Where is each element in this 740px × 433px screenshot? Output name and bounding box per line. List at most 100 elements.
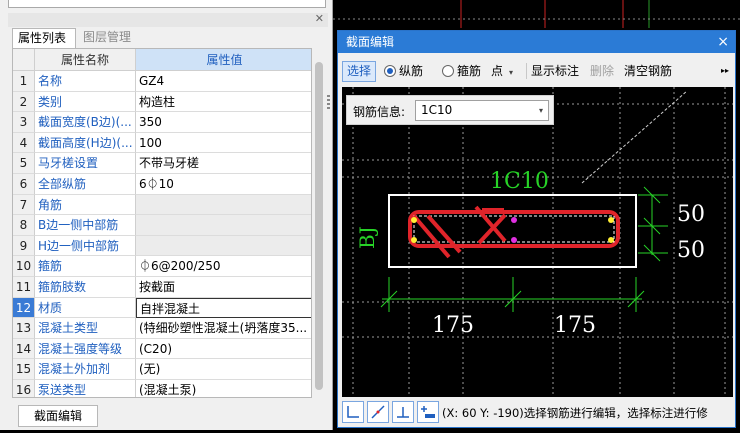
property-row[interactable]: 15 混凝土外加剂 (无): [13, 359, 311, 380]
add-point-icon[interactable]: [417, 401, 439, 423]
dialog-title-text: 截面编辑: [346, 35, 395, 49]
property-value[interactable]: ⏀6@200/250: [136, 256, 311, 277]
panel-close-icon[interactable]: ✕: [315, 12, 324, 25]
property-row[interactable]: 16 泵送类型 (混凝土泵): [13, 380, 311, 397]
chevron-down-icon: ▾: [509, 68, 514, 77]
property-value[interactable]: 自拌混凝土: [136, 297, 311, 319]
header-name: 属性名称: [35, 49, 136, 71]
toolbar-separator: [526, 63, 527, 79]
clear-rebar-button[interactable]: 清空钢筋: [624, 62, 672, 80]
property-name: 类别: [35, 91, 136, 113]
property-row[interactable]: 9 H边一侧中部筋: [13, 235, 311, 257]
property-value[interactable]: (C20): [136, 339, 311, 360]
property-row[interactable]: 5 马牙槎设置 不带马牙槎: [13, 153, 311, 174]
property-name: 混凝土外加剂: [35, 359, 136, 380]
rebar-info-dropdown[interactable]: 1C10 ▾: [415, 100, 549, 121]
tab-layer-management[interactable]: 图层管理: [78, 28, 140, 48]
property-name: H边一侧中部筋: [35, 235, 136, 257]
dimension-right-1[interactable]: 50: [677, 202, 705, 227]
property-value[interactable]: 不带马牙槎: [136, 153, 311, 174]
property-value[interactable]: [136, 235, 311, 257]
dimension-bottom-2[interactable]: 175: [554, 313, 596, 338]
dialog-status-bar: (X: 60 Y: -190)选择钢筋进行编辑，选择标注进行修: [338, 399, 735, 427]
show-label-button[interactable]: 显示标注: [531, 62, 579, 80]
mode-dropdown[interactable]: 点 ▾: [491, 62, 525, 80]
property-value[interactable]: (特细砂塑性混凝土(坍落度35...: [136, 318, 311, 339]
stirrup-radio[interactable]: 箍筋: [442, 62, 481, 80]
tab-section-edit[interactable]: 截面编辑: [18, 405, 98, 427]
row-number: 4: [13, 132, 35, 154]
row-number: 15: [13, 359, 35, 380]
top-rebar-label[interactable]: 1C10: [490, 169, 549, 194]
property-row[interactable]: 11 箍筋肢数 按截面: [13, 277, 311, 298]
property-value[interactable]: [136, 215, 311, 236]
property-name: 名称: [35, 71, 136, 92]
splitter-handle[interactable]: [326, 95, 332, 109]
property-row[interactable]: 10 箍筋 ⏀6@200/250: [13, 256, 311, 277]
delete-button[interactable]: 删除: [590, 62, 614, 80]
property-row[interactable]: 3 截面宽度(B边)(... 350: [13, 112, 311, 133]
property-value[interactable]: (无): [136, 359, 311, 380]
property-row[interactable]: 8 B边一侧中部筋: [13, 215, 311, 236]
grid-scrollbar[interactable]: [312, 48, 326, 398]
property-name: 材质: [35, 297, 136, 319]
property-value[interactable]: [136, 194, 311, 216]
property-row[interactable]: 14 混凝土强度等级 (C20): [13, 338, 311, 360]
row-number: 5: [13, 153, 35, 174]
property-value[interactable]: 按截面: [136, 277, 311, 298]
side-rebar-label[interactable]: BJ: [355, 226, 379, 249]
mode-value: 点: [491, 64, 504, 78]
section-drawing: 1C10 BJ 50 50 175 175: [342, 87, 733, 397]
property-name: 截面宽度(B边)(...: [35, 112, 136, 133]
properties-panel: ✕ 属性列表 图层管理 属性名称 属性值 1 名称 GZ4 2 类别 构造柱 3 截面宽度(B…: [0, 0, 333, 430]
tab-property-list[interactable]: 属性列表: [12, 28, 76, 48]
more-chevron-icon[interactable]: ▸▸: [721, 62, 729, 80]
section-canvas[interactable]: 1C10 BJ 50 50 175 175 钢筋信息: 1C10 ▾: [342, 87, 733, 397]
label-leader-line: [581, 90, 688, 184]
property-value[interactable]: 构造柱: [136, 92, 311, 113]
property-value[interactable]: GZ4: [136, 71, 311, 92]
property-row[interactable]: 7 角筋: [13, 194, 311, 216]
property-value[interactable]: (混凝土泵): [136, 380, 311, 397]
rebar-info-value: 1C10: [421, 103, 453, 117]
property-value[interactable]: 100: [136, 133, 311, 154]
rebar-info-label: 钢筋信息:: [353, 105, 406, 119]
scrollbar-thumb[interactable]: [315, 62, 323, 390]
right-dimension-lines: [638, 186, 668, 262]
property-name: 截面高度(H边)(...: [35, 132, 136, 154]
row-number: 16: [13, 380, 35, 397]
property-grid: 属性名称 属性值 1 名称 GZ4 2 类别 构造柱 3 截面宽度(B边)(... 350 4 截面…: [12, 48, 312, 398]
orthogonal-icon[interactable]: [342, 401, 364, 423]
property-row[interactable]: 6 全部纵筋 6⏀10: [13, 174, 311, 195]
row-number: 12: [13, 297, 35, 319]
row-number: 11: [13, 277, 35, 298]
property-name: 箍筋肢数: [35, 277, 136, 298]
chevron-down-icon: ▾: [538, 106, 543, 115]
radio-unchecked-icon: [442, 65, 454, 77]
dimension-right-2[interactable]: 50: [677, 238, 705, 263]
row-number: 7: [13, 194, 35, 216]
row-number: 14: [13, 338, 35, 360]
dimension-bottom-1[interactable]: 175: [432, 313, 474, 338]
property-row[interactable]: 1 名称 GZ4: [13, 71, 311, 92]
property-value[interactable]: 6⏀10: [136, 174, 311, 195]
property-row[interactable]: 4 截面高度(H边)(... 100: [13, 132, 311, 154]
select-button[interactable]: 选择: [342, 61, 376, 82]
dialog-close-icon[interactable]: ×: [717, 31, 729, 53]
perpendicular-icon[interactable]: [392, 401, 414, 423]
row-number: 3: [13, 112, 35, 133]
snap-line-icon[interactable]: [367, 401, 389, 423]
property-row[interactable]: 12 材质 自拌混凝土: [13, 297, 311, 319]
property-name: 角筋: [35, 194, 136, 216]
property-name: 箍筋: [35, 256, 136, 277]
longitudinal-radio[interactable]: 纵筋: [384, 62, 423, 80]
bottom-dimension-lines: [380, 277, 645, 312]
property-name: B边一侧中部筋: [35, 215, 136, 236]
rebar-info-panel: 钢筋信息: 1C10 ▾: [346, 95, 554, 125]
section-edit-dialog: 截面编辑 × 选择 纵筋 箍筋 点 ▾ 显示标注 删除 清空钢筋 ▸▸ 1C10…: [337, 30, 736, 428]
grid-header: 属性名称 属性值: [13, 49, 311, 71]
dialog-toolbar: 选择 纵筋 箍筋 点 ▾ 显示标注 删除 清空钢筋 ▸▸: [338, 54, 735, 84]
property-value[interactable]: 350: [136, 112, 311, 133]
property-row[interactable]: 2 类别 构造柱: [13, 91, 311, 113]
property-row[interactable]: 13 混凝土类型 (特细砂塑性混凝土(坍落度35...: [13, 318, 311, 339]
